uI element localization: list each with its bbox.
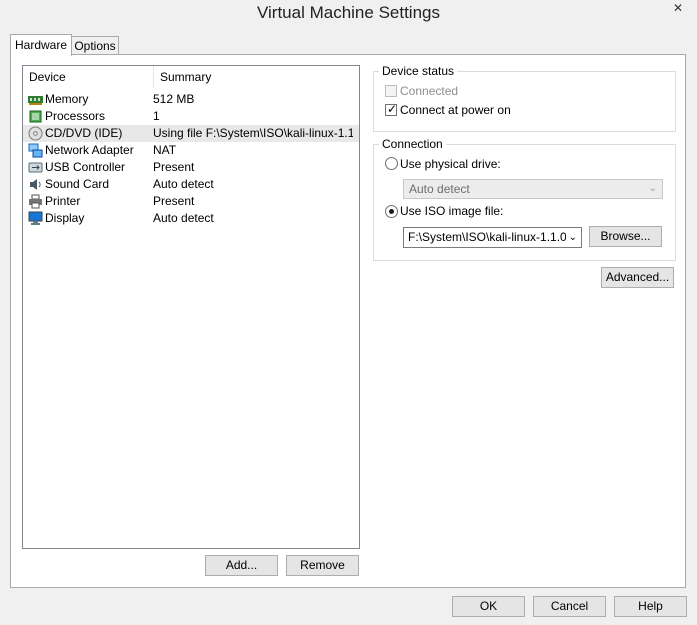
device-summary: NAT (153, 143, 177, 157)
device-name: Sound Card (45, 177, 110, 191)
device-name: Processors (45, 109, 106, 123)
connect-at-power-on-checkbox[interactable]: ✓ (385, 102, 398, 116)
device-name: CD/DVD (IDE) (45, 126, 123, 140)
device-name: Network Adapter (45, 143, 134, 157)
radio-selected-dot (389, 209, 394, 214)
iso-path-value: F:\System\ISO\kali-linux-1.1.0a- (408, 230, 578, 244)
device-row-processors[interactable]: Processors 1 (23, 108, 359, 125)
chevron-down-icon: ⌄ (648, 183, 657, 194)
connection-title: Connection (379, 137, 446, 151)
close-button[interactable]: ✕ (665, 0, 691, 18)
device-name: Memory (45, 92, 89, 106)
window-title: Virtual Machine Settings (256, 3, 440, 22)
display-icon (28, 211, 43, 225)
device-name: Printer (45, 194, 81, 208)
device-row-sound-card[interactable]: Sound Card Auto detect (23, 176, 359, 193)
column-header-summary[interactable]: Summary (153, 66, 211, 88)
advanced-button[interactable]: Advanced... (601, 267, 674, 288)
device-name: USB Controller (45, 160, 126, 174)
connect-at-power-on-label: Connect at power on (400, 103, 511, 117)
physical-drive-select[interactable]: Auto detect ⌄ (403, 179, 663, 199)
sound-card-icon (30, 179, 41, 190)
processor-icon (29, 110, 42, 123)
check-icon: ✓ (387, 102, 398, 116)
physical-drive-value: Auto detect (409, 182, 470, 196)
iso-path-combobox[interactable]: F:\System\ISO\kali-linux-1.1.0a- ⌄ (403, 227, 582, 248)
use-iso-image-label: Use ISO image file: (400, 204, 504, 218)
connected-checkbox[interactable] (385, 85, 397, 97)
printer-icon (29, 194, 42, 209)
connected-label: Connected (400, 84, 459, 98)
device-summary: Present (153, 160, 195, 174)
device-row-usb-controller[interactable]: USB Controller Present (23, 159, 359, 176)
network-adapter-icon (28, 143, 43, 158)
device-row-memory[interactable]: Memory 512 MB (23, 91, 359, 108)
device-row-cd-dvd[interactable]: CD/DVD (IDE) Using file F:\System\ISO\ka… (23, 125, 359, 142)
device-summary: Auto detect (153, 211, 214, 225)
tab-options[interactable]: Options (71, 36, 119, 55)
cancel-button[interactable]: Cancel (533, 596, 606, 617)
browse-button[interactable]: Browse... (589, 226, 662, 247)
tab-hardware[interactable]: Hardware (10, 34, 72, 56)
list-header: Device Summary (23, 66, 359, 88)
device-summary: Auto detect (153, 177, 214, 191)
column-header-device[interactable]: Device (29, 66, 66, 88)
device-row-printer[interactable]: Printer Present (23, 193, 359, 210)
device-status-group: Device status (373, 64, 676, 132)
device-summary: 512 MB (153, 92, 195, 106)
use-physical-drive-radio[interactable] (385, 157, 398, 170)
memory-icon (28, 96, 43, 105)
use-iso-image-radio[interactable] (385, 205, 398, 218)
use-physical-drive-label: Use physical drive: (400, 157, 501, 171)
ok-button[interactable]: OK (452, 596, 525, 617)
usb-icon (28, 162, 43, 173)
device-status-title: Device status (379, 64, 458, 78)
remove-button[interactable]: Remove (286, 555, 359, 576)
add-button[interactable]: Add... (205, 555, 278, 576)
device-summary: Using file F:\System\ISO\kali-linux-1.1.… (153, 126, 353, 140)
device-row-network-adapter[interactable]: Network Adapter NAT (23, 142, 359, 159)
device-row-display[interactable]: Display Auto detect (23, 210, 359, 227)
device-summary: 1 (153, 109, 160, 123)
device-name: Display (45, 211, 85, 225)
chevron-down-icon[interactable]: ⌄ (565, 228, 577, 247)
cd-dvd-icon (28, 126, 43, 141)
help-button[interactable]: Help (614, 596, 687, 617)
device-list[interactable]: Device Summary Memory 512 MB Processors … (22, 65, 360, 549)
device-summary: Present (153, 194, 195, 208)
